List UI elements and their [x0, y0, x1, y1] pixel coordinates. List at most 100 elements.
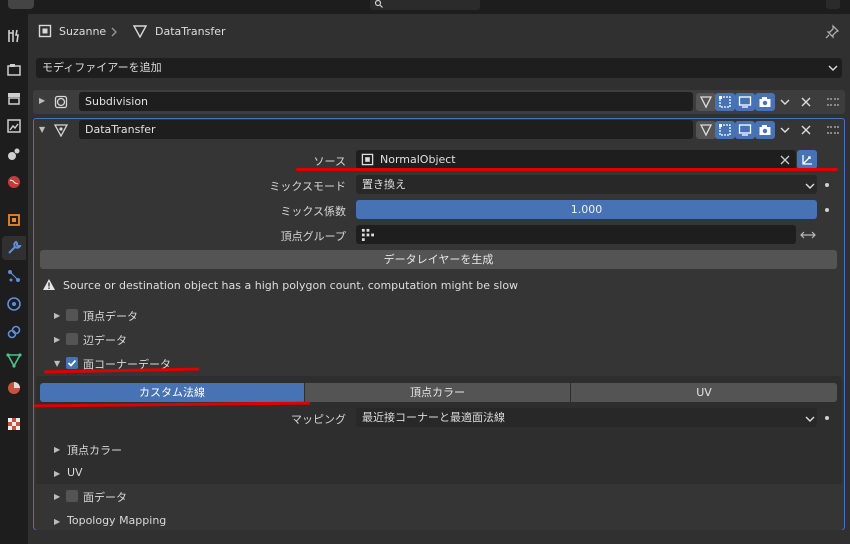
output-icon — [8, 93, 20, 105]
tab-texture[interactable] — [2, 412, 26, 436]
viewport-toggle-datatransfer[interactable] — [735, 121, 755, 139]
viewport-toggle-subdivision[interactable] — [735, 93, 755, 111]
tab-output[interactable] — [2, 86, 26, 110]
tab-physics[interactable] — [2, 292, 26, 316]
add-modifier-dropdown[interactable]: モディファイアーを追加 — [36, 58, 842, 78]
collapse-arrow-datatransfer[interactable]: ▼ — [39, 125, 45, 134]
drag-handle[interactable] — [827, 126, 839, 134]
vertex-group-field[interactable] — [356, 225, 796, 244]
close-icon[interactable] — [800, 124, 812, 136]
collapse-arrow-subdivision[interactable]: ▶ — [39, 96, 45, 105]
mix-mode-dropdown[interactable]: 置き換え — [356, 175, 817, 194]
face-corner-data-checkbox[interactable] — [66, 357, 78, 369]
tab-constraints[interactable] — [2, 320, 26, 344]
tab-custom-normals[interactable]: カスタム法線 — [40, 383, 304, 402]
particles-icon — [8, 270, 20, 282]
generate-data-layers-button[interactable]: データレイヤーを生成 — [40, 250, 837, 269]
vertex-data-checkbox[interactable] — [66, 309, 78, 321]
modifier-name-field-subdivision[interactable]: Subdivision — [79, 92, 693, 111]
modifier-name-datatransfer: DataTransfer — [85, 123, 156, 136]
search-icon — [374, 0, 383, 8]
expand-arrow-face-corner-data[interactable]: ▼ — [54, 359, 60, 368]
object-transform-toggle[interactable] — [797, 150, 817, 169]
tab-material[interactable] — [2, 376, 26, 400]
tab-world[interactable] — [2, 170, 26, 194]
tab-view-layer[interactable] — [2, 114, 26, 138]
keyframe-dot[interactable] — [825, 208, 829, 212]
options-dropdown[interactable] — [826, 0, 840, 9]
tab-modifiers[interactable] — [2, 236, 26, 260]
top-header — [0, 0, 850, 14]
expand-arrow-face-data[interactable]: ▶ — [54, 492, 60, 501]
tab-data[interactable] — [2, 348, 26, 372]
tab-particles[interactable] — [2, 264, 26, 288]
close-icon[interactable] — [800, 96, 812, 108]
source-label: ソース — [313, 155, 346, 168]
breadcrumb-object: Suzanne — [59, 25, 107, 38]
material-icon — [8, 382, 20, 394]
check-icon — [67, 359, 77, 367]
keyframe-dot[interactable] — [825, 416, 829, 420]
object-icon — [361, 153, 374, 166]
drag-handle[interactable] — [827, 98, 839, 106]
constraints-icon — [7, 325, 21, 339]
search-input[interactable] — [370, 0, 480, 10]
face-data-label: 面データ — [83, 491, 127, 504]
tab-uv-label: UV — [696, 386, 712, 399]
world-icon — [8, 176, 20, 188]
render-toggle-datatransfer[interactable] — [755, 121, 775, 139]
face-data-checkbox[interactable] — [66, 490, 78, 502]
mapping-dropdown[interactable]: 最近接コーナーと最適面法線 — [356, 408, 817, 427]
add-modifier-label: モディファイアーを追加 — [42, 61, 162, 74]
modifier-name-field-datatransfer[interactable]: DataTransfer — [79, 120, 693, 139]
mix-factor-slider[interactable]: 1.000 — [356, 200, 817, 219]
datatransfer-breadcrumb-icon — [133, 25, 147, 38]
warning-icon — [43, 279, 55, 290]
object-icon — [8, 214, 20, 226]
edge-data-checkbox[interactable] — [66, 333, 78, 345]
camera-icon — [759, 125, 771, 135]
source-object-field[interactable]: NormalObject — [356, 150, 796, 169]
vertex-triangle-icon — [699, 124, 713, 137]
tab-tool[interactable] — [2, 24, 26, 48]
breadcrumb-modifier: DataTransfer — [155, 25, 226, 38]
expand-arrow-uv[interactable]: ▶ — [54, 469, 60, 478]
mix-mode-label: ミックスモード — [269, 180, 346, 193]
tab-render[interactable] — [2, 58, 26, 82]
tab-scene[interactable] — [2, 142, 26, 166]
editor-type-toggle[interactable] — [8, 0, 34, 9]
clear-icon[interactable] — [780, 155, 790, 165]
subdivision-icon — [54, 95, 68, 109]
expand-arrow-vertex-data[interactable]: ▶ — [54, 311, 60, 320]
chevron-down-icon[interactable] — [780, 126, 790, 134]
expand-arrow-topology-mapping[interactable]: ▶ — [54, 517, 60, 526]
edit-mode-toggle-datatransfer[interactable] — [715, 121, 735, 139]
vertex-triangle-icon — [699, 96, 713, 109]
pin-icon[interactable] — [824, 24, 840, 40]
invert-arrows-icon[interactable] — [799, 229, 817, 241]
edit-cage-toggle-subdivision[interactable] — [696, 93, 716, 111]
vertex-group-label: 頂点グループ — [280, 230, 346, 243]
modifier-name-subdivision: Subdivision — [85, 95, 149, 108]
wrench-icon — [8, 240, 22, 254]
expand-arrow-vertex-color[interactable]: ▶ — [54, 445, 60, 454]
tool-icon — [8, 29, 19, 43]
tab-vertex-color[interactable]: 頂点カラー — [305, 383, 570, 402]
keyframe-dot[interactable] — [825, 183, 829, 187]
tab-object[interactable] — [2, 208, 26, 232]
tab-custom-normals-label: カスタム法線 — [139, 386, 205, 399]
mix-mode-value: 置き換え — [362, 178, 406, 191]
expand-arrow-edge-data[interactable]: ▶ — [54, 335, 60, 344]
edit-mode-icon — [719, 96, 731, 108]
topology-mapping-label: Topology Mapping — [67, 514, 167, 527]
object-breadcrumb-icon — [38, 24, 52, 38]
edit-mode-toggle-subdivision[interactable] — [715, 93, 735, 111]
texture-icon — [8, 418, 20, 430]
render-toggle-subdivision[interactable] — [755, 93, 775, 111]
mix-factor-label: ミックス係数 — [280, 205, 346, 218]
chevron-down-icon[interactable] — [780, 98, 790, 106]
vertex-group-icon — [361, 228, 374, 241]
edit-cage-toggle-datatransfer[interactable] — [696, 121, 716, 139]
tab-uv[interactable]: UV — [571, 383, 837, 402]
generate-data-layers-label: データレイヤーを生成 — [383, 253, 494, 266]
